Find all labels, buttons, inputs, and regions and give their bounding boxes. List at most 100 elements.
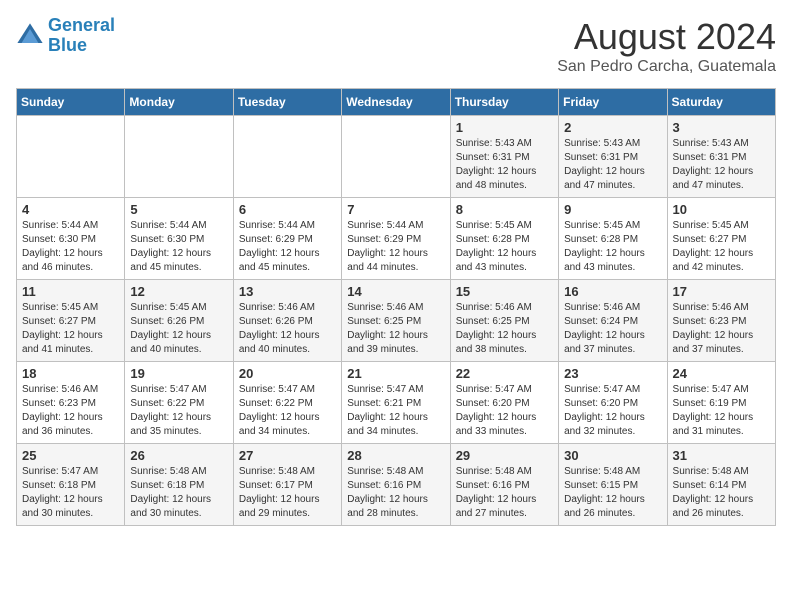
day-content-line: Sunrise: 5:45 AM bbox=[564, 219, 661, 233]
day-content: Sunrise: 5:47 AMSunset: 6:20 PMDaylight:… bbox=[564, 383, 661, 439]
day-content-line: Sunrise: 5:44 AM bbox=[347, 219, 444, 233]
day-content-line: Sunrise: 5:47 AM bbox=[456, 383, 553, 397]
day-content-line: Daylight: 12 hours and 32 minutes. bbox=[564, 411, 661, 439]
calendar-cell: 30 Sunrise: 5:48 AMSunset: 6:15 PMDayligh… bbox=[559, 444, 667, 526]
header: General Blue August 2024 San Pedro Carch… bbox=[16, 16, 776, 76]
day-content: Sunrise: 5:48 AMSunset: 6:15 PMDaylight:… bbox=[564, 465, 661, 521]
day-content-line: Sunrise: 5:47 AM bbox=[130, 383, 227, 397]
calendar-header-cell: Wednesday bbox=[342, 89, 450, 116]
main-title: August 2024 bbox=[557, 16, 776, 58]
day-content-line: Sunset: 6:22 PM bbox=[239, 397, 336, 411]
day-content-line: Sunset: 6:21 PM bbox=[347, 397, 444, 411]
calendar-cell: 10Sunrise: 5:45 AMSunset: 6:27 PMDayligh… bbox=[667, 198, 775, 280]
calendar-cell: 3Sunrise: 5:43 AMSunset: 6:31 PMDaylight… bbox=[667, 116, 775, 198]
day-content-line: Sunrise: 5:48 AM bbox=[239, 465, 336, 479]
calendar-cell: 11Sunrise: 5:45 AMSunset: 6:27 PMDayligh… bbox=[17, 280, 125, 362]
day-content-line: Daylight: 12 hours and 43 minutes. bbox=[456, 247, 553, 275]
day-content-line: Daylight: 12 hours and 43 minutes. bbox=[564, 247, 661, 275]
day-content-line: Sunset: 6:19 PM bbox=[673, 397, 770, 411]
day-content-line: Sunset: 6:22 PM bbox=[130, 397, 227, 411]
day-content-line: Sunset: 6:14 PM bbox=[673, 479, 770, 493]
day-content-line: Daylight: 12 hours and 28 minutes. bbox=[347, 493, 444, 521]
day-content-line: Sunset: 6:18 PM bbox=[130, 479, 227, 493]
day-content-line: Sunrise: 5:46 AM bbox=[673, 301, 770, 315]
day-content-line: Daylight: 12 hours and 36 minutes. bbox=[22, 411, 119, 439]
calendar-cell: 12Sunrise: 5:45 AMSunset: 6:26 PMDayligh… bbox=[125, 280, 233, 362]
day-number: 20 bbox=[239, 366, 336, 381]
day-content-line: Sunset: 6:24 PM bbox=[564, 315, 661, 329]
day-number: 3 bbox=[673, 120, 770, 135]
day-content-line: Sunrise: 5:46 AM bbox=[564, 301, 661, 315]
day-content-line: Sunrise: 5:48 AM bbox=[673, 465, 770, 479]
day-content-line: Sunrise: 5:46 AM bbox=[456, 301, 553, 315]
day-content-line: Daylight: 12 hours and 35 minutes. bbox=[130, 411, 227, 439]
calendar-header-cell: Thursday bbox=[450, 89, 558, 116]
day-content: Sunrise: 5:44 AMSunset: 6:30 PMDaylight:… bbox=[130, 219, 227, 275]
day-content-line: Sunrise: 5:43 AM bbox=[456, 137, 553, 151]
day-content: Sunrise: 5:46 AMSunset: 6:25 PMDaylight:… bbox=[347, 301, 444, 357]
logo-text: General Blue bbox=[48, 16, 115, 56]
day-content-line: Sunset: 6:31 PM bbox=[673, 151, 770, 165]
day-number: 21 bbox=[347, 366, 444, 381]
day-number: 31 bbox=[673, 448, 770, 463]
day-content-line: Daylight: 12 hours and 48 minutes. bbox=[456, 165, 553, 193]
calendar-cell bbox=[17, 116, 125, 198]
calendar-table: SundayMondayTuesdayWednesdayThursdayFrid… bbox=[16, 88, 776, 526]
day-content-line: Sunrise: 5:46 AM bbox=[347, 301, 444, 315]
day-number: 12 bbox=[130, 284, 227, 299]
day-content: Sunrise: 5:43 AMSunset: 6:31 PMDaylight:… bbox=[456, 137, 553, 193]
day-content-line: Sunrise: 5:43 AM bbox=[673, 137, 770, 151]
day-content-line: Sunset: 6:20 PM bbox=[564, 397, 661, 411]
calendar-cell: 22 Sunrise: 5:47 AMSunset: 6:20 PMDayligh… bbox=[450, 362, 558, 444]
day-number: 7 bbox=[347, 202, 444, 217]
day-number: 15 bbox=[456, 284, 553, 299]
calendar-header-row: SundayMondayTuesdayWednesdayThursdayFrid… bbox=[17, 89, 776, 116]
day-number: 1 bbox=[456, 120, 553, 135]
day-content: Sunrise: 5:45 AMSunset: 6:28 PMDaylight:… bbox=[456, 219, 553, 275]
day-content-line: Sunrise: 5:45 AM bbox=[22, 301, 119, 315]
day-content-line: Sunrise: 5:43 AM bbox=[564, 137, 661, 151]
day-content-line: Daylight: 12 hours and 39 minutes. bbox=[347, 329, 444, 357]
calendar-header-cell: Monday bbox=[125, 89, 233, 116]
day-content: Sunrise: 5:47 AMSunset: 6:19 PMDaylight:… bbox=[673, 383, 770, 439]
day-content: Sunrise: 5:48 AMSunset: 6:17 PMDaylight:… bbox=[239, 465, 336, 521]
calendar-cell: 29Sunrise: 5:48 AMSunset: 6:16 PMDayligh… bbox=[450, 444, 558, 526]
day-content-line: Daylight: 12 hours and 30 minutes. bbox=[22, 493, 119, 521]
day-content-line: Sunset: 6:27 PM bbox=[22, 315, 119, 329]
day-number: 19 bbox=[130, 366, 227, 381]
calendar-cell: 31Sunrise: 5:48 AMSunset: 6:14 PMDayligh… bbox=[667, 444, 775, 526]
day-content-line: Sunrise: 5:47 AM bbox=[22, 465, 119, 479]
day-content: Sunrise: 5:44 AMSunset: 6:29 PMDaylight:… bbox=[239, 219, 336, 275]
day-content-line: Sunset: 6:31 PM bbox=[564, 151, 661, 165]
day-number: 17 bbox=[673, 284, 770, 299]
day-content-line: Daylight: 12 hours and 42 minutes. bbox=[673, 247, 770, 275]
day-number: 9 bbox=[564, 202, 661, 217]
calendar-cell bbox=[342, 116, 450, 198]
day-number: 16 bbox=[564, 284, 661, 299]
day-content: Sunrise: 5:43 AMSunset: 6:31 PMDaylight:… bbox=[564, 137, 661, 193]
day-content-line: Sunset: 6:15 PM bbox=[564, 479, 661, 493]
day-content-line: Daylight: 12 hours and 33 minutes. bbox=[456, 411, 553, 439]
day-content-line: Daylight: 12 hours and 44 minutes. bbox=[347, 247, 444, 275]
day-content: Sunrise: 5:47 AMSunset: 6:22 PMDaylight:… bbox=[239, 383, 336, 439]
day-content-line: Daylight: 12 hours and 45 minutes. bbox=[130, 247, 227, 275]
calendar-week-row: 4Sunrise: 5:44 AMSunset: 6:30 PMDaylight… bbox=[17, 198, 776, 280]
day-content: Sunrise: 5:46 AMSunset: 6:26 PMDaylight:… bbox=[239, 301, 336, 357]
day-content-line: Sunrise: 5:48 AM bbox=[347, 465, 444, 479]
logo: General Blue bbox=[16, 16, 115, 56]
calendar-cell: 21Sunrise: 5:47 AMSunset: 6:21 PMDayligh… bbox=[342, 362, 450, 444]
day-content: Sunrise: 5:47 AMSunset: 6:20 PMDaylight:… bbox=[456, 383, 553, 439]
day-content-line: Daylight: 12 hours and 38 minutes. bbox=[456, 329, 553, 357]
subtitle: San Pedro Carcha, Guatemala bbox=[557, 58, 776, 76]
calendar-header-cell: Sunday bbox=[17, 89, 125, 116]
calendar-cell: 5Sunrise: 5:44 AMSunset: 6:30 PMDaylight… bbox=[125, 198, 233, 280]
day-number: 10 bbox=[673, 202, 770, 217]
day-number: 6 bbox=[239, 202, 336, 217]
calendar-body: 1Sunrise: 5:43 AMSunset: 6:31 PMDaylight… bbox=[17, 116, 776, 526]
day-content-line: Sunset: 6:31 PM bbox=[456, 151, 553, 165]
day-content: Sunrise: 5:45 AMSunset: 6:28 PMDaylight:… bbox=[564, 219, 661, 275]
day-content: Sunrise: 5:44 AMSunset: 6:30 PMDaylight:… bbox=[22, 219, 119, 275]
day-number: 30 bbox=[564, 448, 661, 463]
calendar-week-row: 18Sunrise: 5:46 AMSunset: 6:23 PMDayligh… bbox=[17, 362, 776, 444]
day-number: 22 bbox=[456, 366, 553, 381]
